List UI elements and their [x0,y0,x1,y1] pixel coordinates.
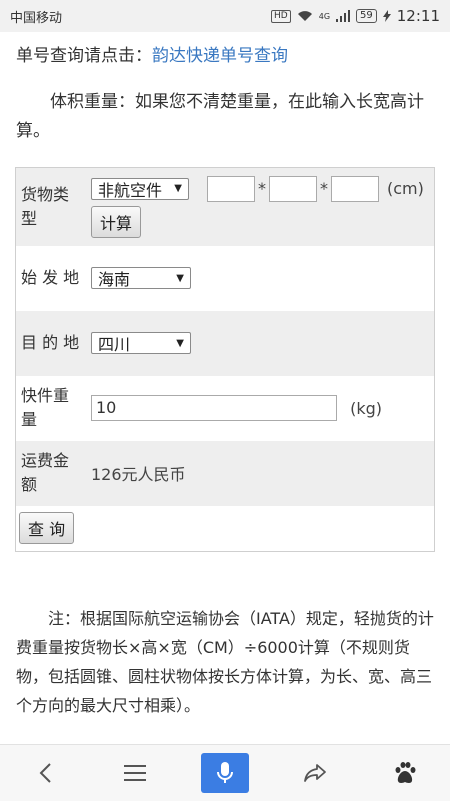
query-link[interactable]: 韵达快递单号查询 [152,46,288,66]
iata-note: 注：根据国际航空运输协会（IATA）规定，轻抛货的计费重量按货物长×高×宽（CM… [16,609,434,715]
fee-label: 运费金额 [21,451,70,494]
fee-value: 126元人民币 [91,465,186,484]
baidu-button[interactable] [381,753,429,793]
voice-search-button[interactable] [201,753,249,793]
weight-input[interactable]: 10 [91,395,337,421]
origin-cell: 海南 ▼ [87,246,435,311]
destination-cell: 四川 ▼ [87,311,435,376]
battery-level: 59 [356,9,377,23]
dim-unit: (cm) [387,179,424,199]
network-type: 4G [318,11,331,21]
destination-select[interactable]: 四川 ▼ [91,332,191,354]
signal-icon [336,10,351,22]
microphone-icon [217,762,233,783]
dim-separator: * [320,179,328,199]
cargo-type-row: 货物类型 非航空件 ▼ * * (cm) 计算 [15,167,435,246]
cargo-type-value: 非航空件 [98,180,163,200]
weight-cell: 10 (kg) [87,376,435,441]
query-prompt: 单号查询请点击： [16,46,152,66]
length-input[interactable] [207,175,255,202]
back-button[interactable] [21,753,69,793]
shipping-calculator: 货物类型 非航空件 ▼ * * (cm) 计算 始 发 地 海南 ▼ 目 的 地… [15,167,435,552]
baidu-paw-icon [395,762,416,783]
destination-row: 目 的 地 四川 ▼ [15,310,435,376]
volume-weight-intro: 体积重量：如果您不清楚重量，在此输入长宽高计算。 [16,92,424,141]
origin-row: 始 发 地 海南 ▼ [15,245,435,311]
fee-row: 运费金额 126元人民币 [15,440,435,506]
carrier-name: 中国移动 [10,10,63,26]
destination-value: 四川 [98,335,131,354]
weight-row: 快件重量 10 (kg) [15,375,435,441]
cargo-type-controls: 非航空件 ▼ * * (cm) 计算 [87,168,435,246]
menu-icon [124,765,146,781]
weight-label: 快件重量 [21,386,70,429]
cargo-type-select[interactable]: 非航空件 ▼ [91,177,189,200]
origin-label: 始 发 地 [21,268,80,287]
query-cell: 查 询 [16,506,435,552]
dropdown-arrow-icon: ▼ [176,272,184,284]
cargo-type-label: 货物类型 [21,184,70,228]
charging-icon [382,10,391,22]
bottom-nav [0,744,450,801]
share-icon [304,764,326,782]
origin-select[interactable]: 海南 ▼ [91,267,191,289]
menu-button[interactable] [111,753,159,793]
dim-separator: * [258,179,266,199]
fee-cell: 126元人民币 [87,441,435,506]
dropdown-arrow-icon: ▼ [174,183,182,195]
hd-badge: HD [271,9,291,23]
wifi-icon [297,11,312,21]
origin-value: 海南 [98,270,131,289]
back-icon [39,763,51,783]
query-line: 单号查询请点击：韵达快递单号查询 [16,42,436,70]
query-row: 查 询 [15,505,435,552]
clock: 12:11 [396,7,440,25]
status-bar: 中国移动 HD 4G 59 12:11 [0,0,450,32]
width-input[interactable] [269,175,317,202]
query-button[interactable]: 查 询 [19,512,75,545]
weight-unit: (kg) [350,398,382,418]
dropdown-arrow-icon: ▼ [176,337,184,349]
height-input[interactable] [331,175,379,202]
share-button[interactable] [291,753,339,793]
destination-label: 目 的 地 [21,333,80,352]
calculate-button[interactable]: 计算 [91,205,142,238]
status-icons: HD 4G 59 12:11 [271,7,440,25]
